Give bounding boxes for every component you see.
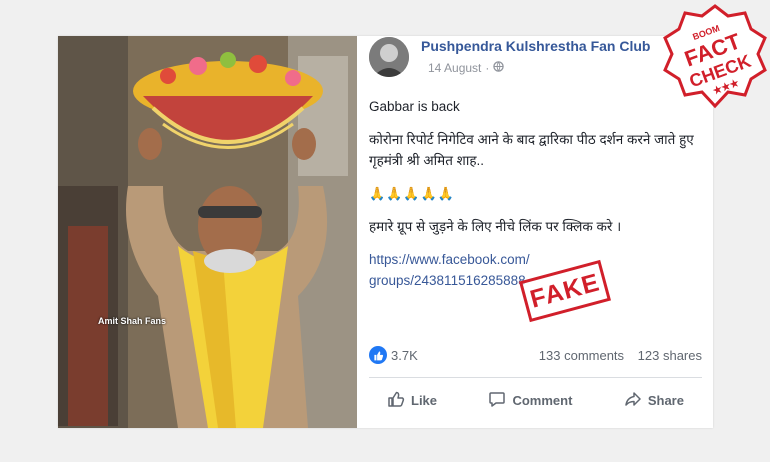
photo-watermark: Amit Shah Fans bbox=[98, 316, 167, 326]
fact-check-badge: BOOM FACT CHECK ★★★ bbox=[662, 2, 768, 114]
post-body: Gabbar is back कोरोना रिपोर्ट निगेटिव आन… bbox=[369, 96, 704, 291]
page-name-link[interactable]: Pushpendra Kulshrestha Fan Club bbox=[421, 38, 650, 54]
actions-divider bbox=[369, 377, 702, 378]
like-label: Like bbox=[411, 392, 438, 408]
post-meta: 14 August · bbox=[428, 61, 505, 75]
post-photo[interactable]: Amit Shah Fans bbox=[58, 36, 357, 428]
comments-count[interactable]: 133 comments bbox=[539, 348, 624, 363]
share-button[interactable]: Share bbox=[606, 390, 702, 411]
like-button[interactable]: Like bbox=[369, 390, 455, 411]
share-label: Share bbox=[647, 392, 684, 408]
photo-illustration bbox=[58, 36, 357, 428]
reactions-bar: 3.7K 133 comments 123 shares bbox=[369, 345, 702, 367]
shares-count[interactable]: 123 shares bbox=[638, 348, 702, 363]
like-count[interactable]: 3.7K bbox=[391, 348, 418, 363]
share-arrow-icon bbox=[624, 390, 642, 411]
post-date[interactable]: 14 August bbox=[428, 61, 481, 75]
post-actions: Like Comment Share bbox=[369, 386, 702, 414]
avatar-image bbox=[369, 37, 409, 77]
post-line: कोरोना रिपोर्ट निगेटिव आने के बाद द्वारि… bbox=[369, 132, 694, 168]
comment-label: Comment bbox=[512, 392, 573, 408]
comment-button[interactable]: Comment bbox=[470, 390, 590, 411]
meta-separator: · bbox=[485, 61, 490, 75]
globe-icon bbox=[493, 61, 505, 75]
like-reaction-icon[interactable] bbox=[369, 346, 387, 364]
link-line[interactable]: https://www.facebook.com/ bbox=[369, 249, 704, 270]
comment-bubble-icon bbox=[488, 390, 506, 411]
engagement-counts: 133 comments 123 shares bbox=[539, 348, 702, 363]
thumbs-up-icon bbox=[387, 390, 405, 411]
post-line: Gabbar is back bbox=[369, 99, 460, 114]
post-line: हमारे ग्रूप से जुड़ने के लिए नीचे लिंक प… bbox=[369, 219, 622, 234]
folded-hands-emoji: 🙏🙏🙏🙏🙏 bbox=[369, 186, 455, 201]
page-avatar[interactable] bbox=[369, 37, 409, 77]
fact-check-seal-icon: BOOM FACT CHECK ★★★ bbox=[663, 4, 767, 109]
